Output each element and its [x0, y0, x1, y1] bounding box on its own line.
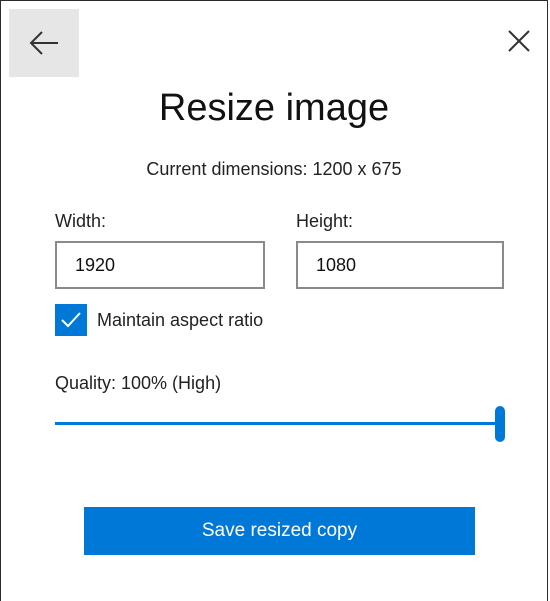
- slider-fill: [55, 422, 500, 425]
- maintain-aspect-ratio-label: Maintain aspect ratio: [97, 309, 264, 330]
- width-label: Width:: [55, 211, 107, 231]
- close-button[interactable]: [499, 21, 539, 61]
- quality-label: Quality: 100% (High): [55, 373, 222, 393]
- checkmark-icon: [61, 312, 81, 328]
- resize-dialog: Resize image Current dimensions: 1200 x …: [0, 0, 548, 601]
- current-dimensions-text: Current dimensions: 1200 x 675: [146, 159, 402, 179]
- save-resized-copy-button[interactable]: Save resized copy: [84, 507, 475, 555]
- slider-thumb[interactable]: [495, 406, 505, 442]
- height-label: Height:: [296, 211, 354, 231]
- checkbox-box[interactable]: [55, 304, 87, 336]
- maintain-aspect-ratio-checkbox[interactable]: Maintain aspect ratio: [55, 304, 263, 336]
- back-button[interactable]: [9, 9, 79, 77]
- height-input[interactable]: 1080: [296, 241, 504, 289]
- close-icon: [508, 30, 530, 52]
- back-arrow-icon: [29, 31, 58, 55]
- width-input[interactable]: 1920: [55, 241, 265, 289]
- dialog-title: Resize image: [158, 87, 390, 129]
- quality-slider[interactable]: [55, 405, 505, 443]
